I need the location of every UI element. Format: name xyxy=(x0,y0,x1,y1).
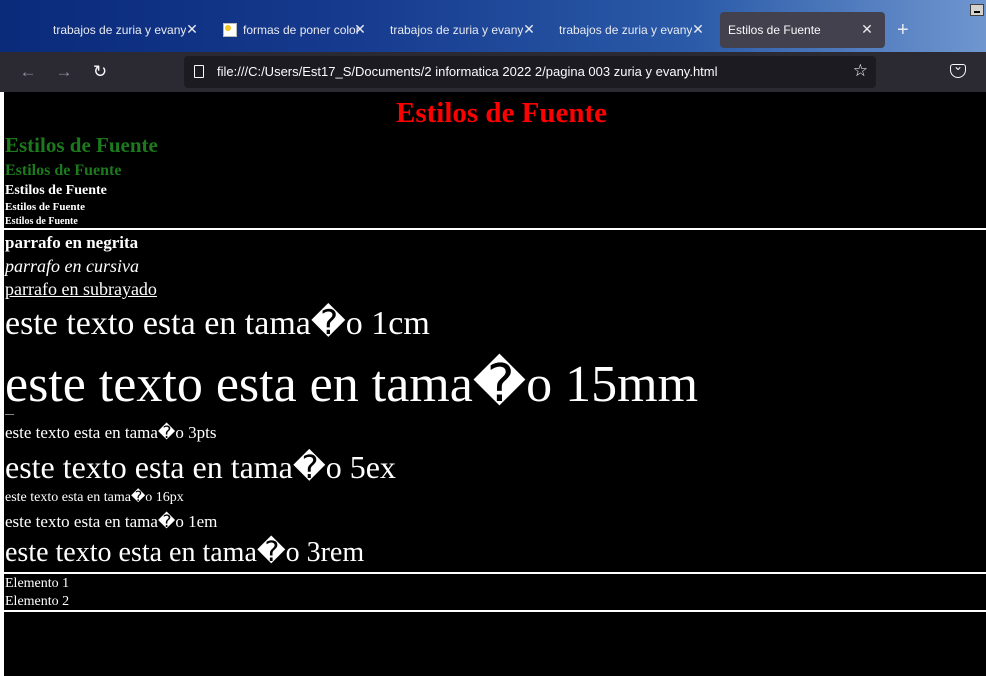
paragraph-underline: parrafo en subrayado xyxy=(5,279,157,299)
tab-label: formas de poner color xyxy=(243,23,360,37)
tab-label: trabajos de zuria y evany xyxy=(559,23,693,37)
close-icon[interactable]: ✕ xyxy=(690,21,706,37)
page-icon xyxy=(194,65,204,78)
tab-label: Estilos de Fuente xyxy=(728,23,821,37)
new-tab-icon[interactable]: + xyxy=(897,20,909,40)
list-item: Elemento 1 xyxy=(5,576,70,591)
tab-4[interactable]: trabajos de zuria y evany ✕ xyxy=(551,12,716,48)
divider xyxy=(4,228,986,230)
address-bar[interactable]: file:///C:/Users/Est17_S/Documents/2 inf… xyxy=(184,56,876,88)
paragraph-italic: parrafo en cursiva xyxy=(5,256,139,276)
reload-icon[interactable]: ↻ xyxy=(91,63,109,81)
minimize-icon[interactable] xyxy=(970,4,984,16)
list-item: Elemento 2 xyxy=(5,594,70,609)
close-icon[interactable]: ✕ xyxy=(521,21,537,37)
text-size-16px: este texto esta en tama�o 16px xyxy=(5,490,184,505)
divider xyxy=(4,572,986,574)
text-size-1cm: este texto esta en tama�o 1cm xyxy=(5,305,430,342)
tab-bar: trabajos de zuria y evany ✕ formas de po… xyxy=(0,0,986,52)
forward-icon[interactable]: → xyxy=(55,63,73,81)
text-size-3rem: este texto esta en tama�o 3rem xyxy=(5,537,365,568)
divider xyxy=(4,610,986,612)
tab-active[interactable]: Estilos de Fuente ✕ xyxy=(720,12,885,48)
bookmark-star-icon[interactable]: ☆ xyxy=(853,61,868,81)
tab-1[interactable]: trabajos de zuria y evany ✕ xyxy=(45,12,210,48)
text-size-1em: este texto esta en tama�o 1em xyxy=(5,512,218,531)
tab-3[interactable]: trabajos de zuria y evany ✕ xyxy=(382,12,547,48)
page-title: Estilos de Fuente xyxy=(396,97,608,129)
page-left-border xyxy=(0,92,4,676)
paragraph-bold: parrafo en negrita xyxy=(5,233,139,252)
close-icon[interactable]: ✕ xyxy=(184,21,200,37)
text-size-3pts xyxy=(5,414,14,415)
back-icon[interactable]: ← xyxy=(19,63,37,81)
heading-1: Estilos de Fuente xyxy=(5,133,158,157)
text-size-3pts-label: este texto esta en tama�o 3pts xyxy=(5,423,217,442)
heading-5: Estilos de Fuente xyxy=(5,216,78,227)
tab-2[interactable]: formas de poner color ✕ xyxy=(215,12,378,48)
close-icon[interactable]: ✕ xyxy=(352,21,368,37)
text-size-5ex: este texto esta en tama�o 5ex xyxy=(5,449,396,485)
heading-4: Estilos de Fuente xyxy=(5,201,86,213)
close-icon[interactable]: ✕ xyxy=(859,21,875,37)
url-text: file:///C:/Users/Est17_S/Documents/2 inf… xyxy=(217,64,718,79)
heading-2: Estilos de Fuente xyxy=(5,162,122,179)
text-size-15mm: este texto esta en tama�o 15mm xyxy=(5,356,699,413)
page-favicon-icon xyxy=(223,23,237,37)
tab-label: trabajos de zuria y evany xyxy=(53,23,187,37)
tab-label: trabajos de zuria y evany xyxy=(390,23,524,37)
heading-3: Estilos de Fuente xyxy=(5,183,107,198)
